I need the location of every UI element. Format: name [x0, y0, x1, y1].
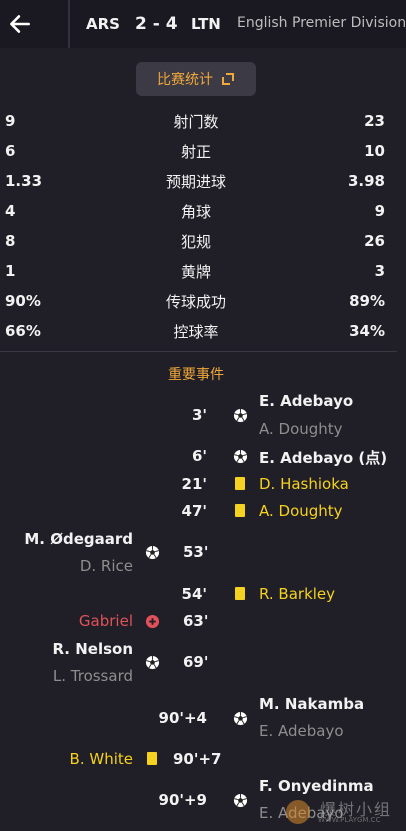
stat-row-pass-completion: 90% 传球成功 89% [0, 286, 406, 316]
stat-label: 射正 [180, 143, 211, 161]
score: 2 - 4 [135, 14, 178, 34]
goal-ball-icon [232, 792, 248, 808]
event-player[interactable]: R. Barkley [259, 585, 335, 603]
event-minute: 90'+4 [158, 709, 207, 727]
away-stat-value: 23 [364, 112, 385, 130]
stat-row-shots: 9 射门数 23 [0, 106, 406, 136]
back-button[interactable] [0, 0, 40, 48]
header-divider [68, 0, 70, 48]
event-player[interactable]: D. Hashioka [259, 475, 349, 493]
yellow-card-icon [235, 477, 245, 490]
watermark: 爆树小组 WWW.PLAYGM.CC [286, 796, 404, 828]
stat-label: 黄牌 [180, 263, 211, 281]
event-minute: 3' [191, 406, 207, 424]
away-stat-value: 3 [374, 262, 385, 280]
goal-ball-icon [232, 710, 248, 726]
event-assist[interactable]: E. Adebayo [259, 722, 344, 740]
stat-label: 传球成功 [165, 293, 226, 311]
stat-row-possession: 66% 控球率 34% [0, 316, 406, 346]
stat-label: 射门数 [173, 113, 219, 131]
goal-ball-icon [232, 448, 248, 464]
back-arrow-icon [10, 15, 30, 33]
stat-row-corners: 4 角球 9 [0, 196, 406, 226]
stat-label: 角球 [180, 203, 211, 221]
event-player[interactable]: M. Ødegaard [0, 530, 133, 548]
stat-label: 犯规 [180, 233, 211, 251]
away-stat-value: 34% [349, 322, 385, 340]
event-minute: 53' [183, 543, 209, 561]
external-link-icon [222, 73, 234, 85]
event-minute: 47' [181, 502, 207, 520]
away-stat-value: 89% [349, 292, 385, 310]
event-player[interactable]: Gabriel [0, 612, 133, 630]
event-minute: 63' [183, 612, 209, 630]
stat-row-xg: 1.33 预期进球 3.98 [0, 166, 406, 196]
stat-row-shots-on-target: 6 射正 10 [0, 136, 406, 166]
goal-ball-icon [144, 654, 160, 670]
stat-label: 预期进球 [165, 173, 226, 191]
event-assist[interactable]: A. Doughty [259, 420, 343, 438]
stat-label: 控球率 [173, 323, 219, 341]
event-minute: 90'+7 [173, 750, 222, 768]
event-minute: 69' [183, 653, 209, 671]
event-assist[interactable]: D. Rice [0, 557, 133, 575]
goal-ball-icon [144, 544, 160, 560]
section-divider [0, 351, 397, 352]
home-team[interactable]: ARS [86, 15, 120, 33]
event-player[interactable]: F. Onyedinma [259, 777, 374, 795]
away-stat-value: 3.98 [347, 172, 385, 190]
competition-name[interactable]: English Premier Division [237, 15, 406, 31]
match-stats-button[interactable]: 比赛统计 [136, 62, 256, 96]
match-stats-label: 比赛统计 [157, 72, 213, 88]
key-events-title: 重要事件 [168, 367, 224, 383]
yellow-card-icon [147, 752, 157, 765]
goal-ball-icon [232, 407, 248, 423]
watermark-logo [286, 800, 310, 824]
event-assist[interactable]: L. Trossard [0, 667, 133, 685]
watermark-url: WWW.PLAYGM.CC [318, 816, 381, 824]
event-player[interactable]: E. Adebayo [259, 392, 353, 410]
event-minute: 6' [191, 447, 207, 465]
event-player[interactable]: A. Doughty [259, 502, 343, 520]
stat-row-fouls: 8 犯规 26 [0, 226, 406, 256]
event-minute: 90'+9 [158, 791, 207, 809]
injury-cross-icon [144, 613, 160, 629]
away-stat-value: 9 [374, 202, 385, 220]
event-player[interactable]: B. White [0, 750, 133, 768]
match-header: ARS 2 - 4 LTN English Premier Division [0, 0, 406, 48]
event-player[interactable]: E. Adebayo (点) [259, 447, 387, 468]
event-minute: 21' [181, 475, 207, 493]
away-stat-value: 26 [364, 232, 385, 250]
stat-row-yellow-cards: 1 黄牌 3 [0, 256, 406, 286]
event-minute: 54' [181, 585, 207, 603]
event-player[interactable]: M. Nakamba [259, 695, 364, 713]
yellow-card-icon [235, 504, 245, 517]
away-stat-value: 10 [364, 142, 385, 160]
yellow-card-icon [235, 587, 245, 600]
away-team[interactable]: LTN [191, 15, 221, 33]
event-player[interactable]: R. Nelson [0, 640, 133, 658]
